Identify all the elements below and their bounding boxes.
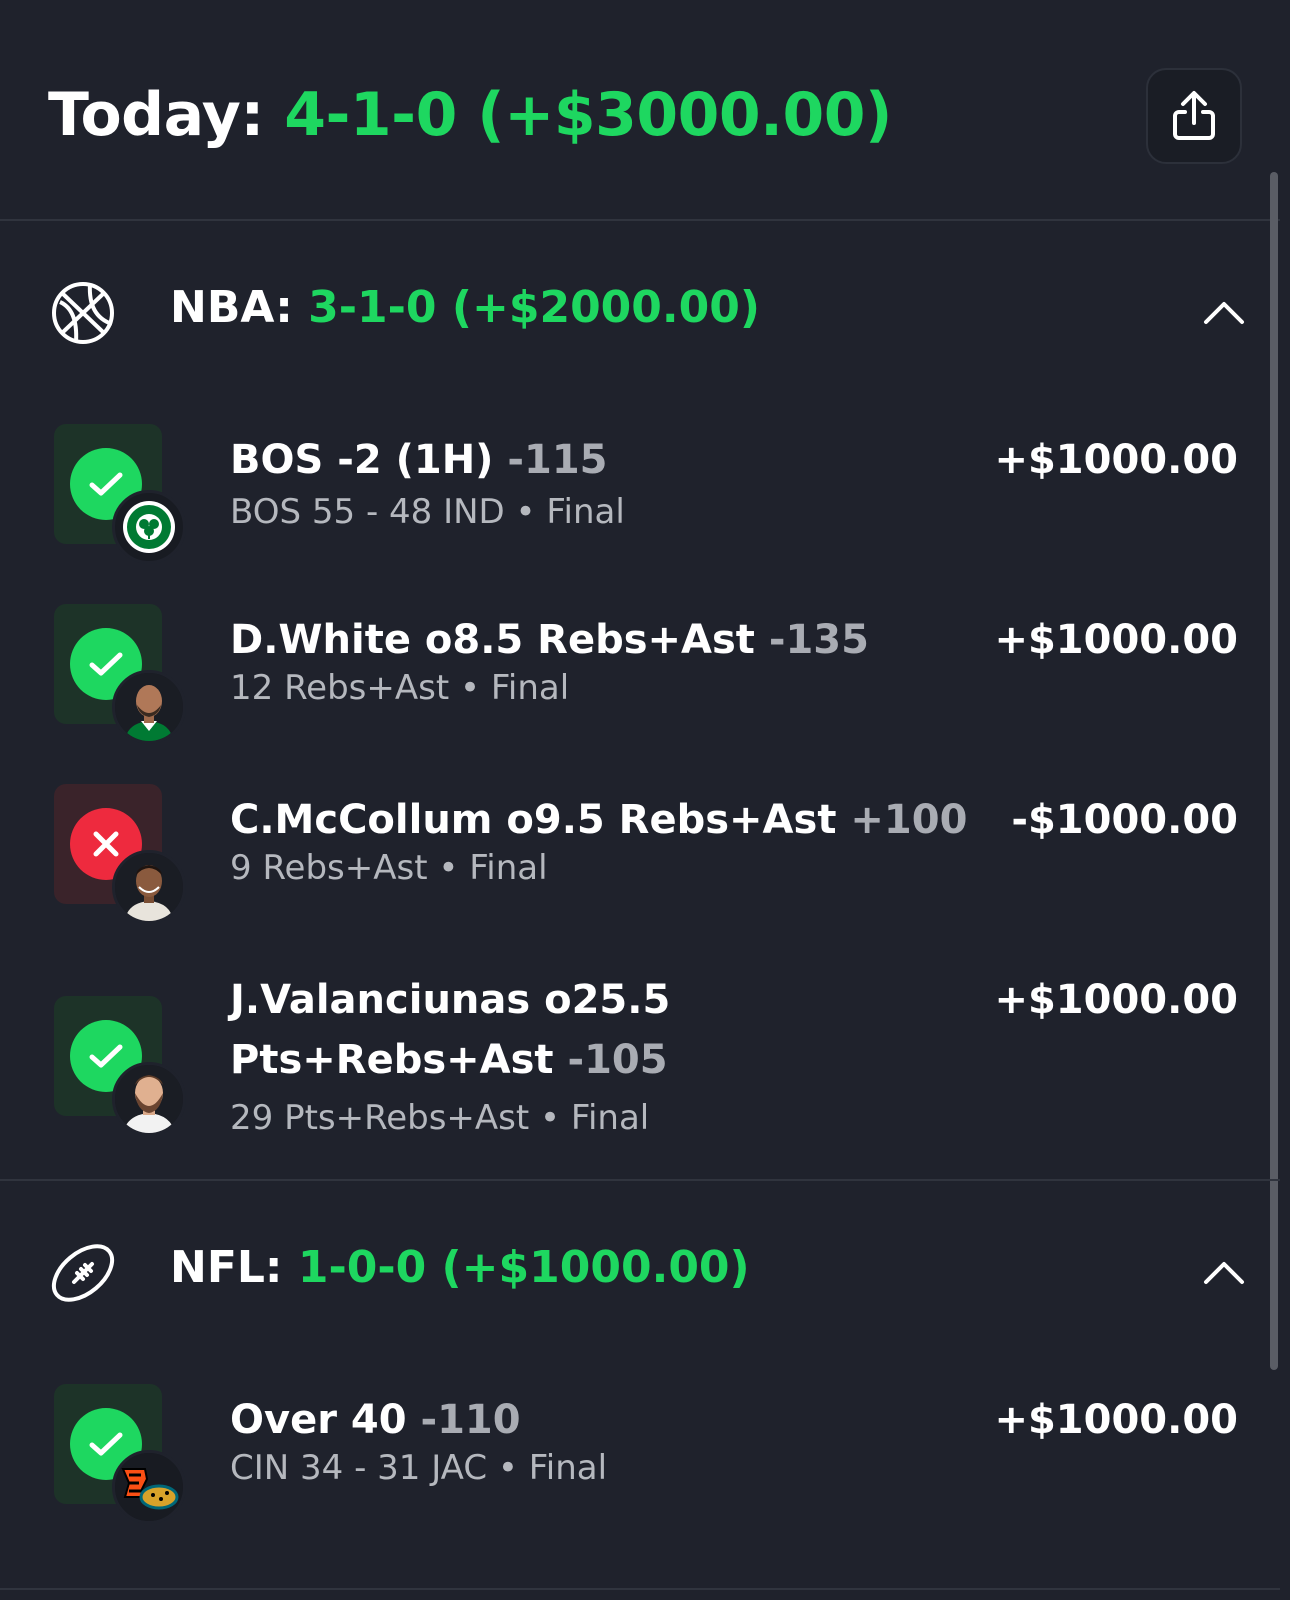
bet-market: Over 40	[230, 1397, 407, 1443]
bet-odds: -135	[768, 617, 869, 663]
chevron-up-icon[interactable]	[1202, 1254, 1246, 1290]
bet-market: C.McCollum o9.5 Rebs+Ast	[230, 797, 837, 843]
chevron-up-icon[interactable]	[1202, 294, 1246, 330]
bottom-divider	[0, 1588, 1280, 1590]
sport-record: 3-1-0	[308, 282, 437, 333]
celtics-logo	[112, 490, 186, 564]
daily-summary-title: Today: 4-1-0 (+$3000.00)	[48, 80, 892, 150]
bet-amount: +$1000.00	[994, 977, 1238, 1023]
bet-amount: +$1000.00	[994, 1397, 1238, 1443]
sport-profit: (+$1000.00)	[441, 1242, 750, 1293]
bet-market: BOS -2 (1H)	[230, 437, 494, 483]
bet-amount: -$1000.00	[1011, 797, 1238, 843]
section-divider	[0, 1179, 1280, 1181]
bet-market: D.White o8.5 Rebs+Ast	[230, 617, 755, 663]
bet-title: Over 40 -110	[230, 1390, 970, 1450]
bet-result: 29 Pts+Rebs+Ast • Final	[230, 1098, 650, 1138]
summary-profit: (+$3000.00)	[477, 80, 892, 150]
basketball-icon	[52, 282, 114, 344]
nba-section-title: NBA: 3-1-0 (+$2000.00)	[170, 282, 760, 333]
bet-title: BOS -2 (1H) -115	[230, 430, 970, 490]
bet-odds: -105	[567, 1037, 668, 1083]
header-divider	[0, 219, 1280, 221]
player-headshot	[112, 1062, 186, 1136]
share-icon	[1173, 91, 1215, 140]
bet-odds: +100	[850, 797, 968, 843]
player-headshot	[112, 850, 186, 924]
section-header-nfl[interactable]: NFL: 1-0-0 (+$1000.00)	[0, 1222, 1280, 1322]
bet-result: CIN 34 - 31 JAC • Final	[230, 1448, 608, 1488]
share-button[interactable]	[1146, 68, 1242, 164]
bet-odds: -115	[507, 437, 608, 483]
sport-profit: (+$2000.00)	[451, 282, 760, 333]
section-header-nba[interactable]: NBA: 3-1-0 (+$2000.00)	[0, 262, 1280, 362]
bet-amount: +$1000.00	[994, 617, 1238, 663]
bet-amount: +$1000.00	[994, 437, 1238, 483]
team-logos	[112, 1450, 186, 1524]
nfl-section-title: NFL: 1-0-0 (+$1000.00)	[170, 1242, 750, 1293]
summary-label: Today:	[48, 80, 264, 150]
sport-label: NBA:	[170, 282, 293, 333]
bet-result: BOS 55 - 48 IND • Final	[230, 492, 625, 532]
football-icon	[51, 1244, 115, 1302]
bet-title: C.McCollum o9.5 Rebs+Ast +100	[230, 790, 970, 850]
bet-result: 12 Rebs+Ast • Final	[230, 668, 570, 708]
summary-record: 4-1-0	[284, 80, 457, 150]
bet-title: J.Valanciunas o25.5 Pts+Rebs+Ast -105	[230, 970, 970, 1090]
bet-title: D.White o8.5 Rebs+Ast -135	[230, 610, 970, 670]
sport-record: 1-0-0	[297, 1242, 427, 1293]
player-headshot	[112, 670, 186, 744]
sport-label: NFL:	[170, 1242, 283, 1293]
bet-result: 9 Rebs+Ast • Final	[230, 848, 548, 888]
summary-header: Today: 4-1-0 (+$3000.00)	[0, 0, 1290, 220]
bet-odds: -110	[420, 1397, 521, 1443]
